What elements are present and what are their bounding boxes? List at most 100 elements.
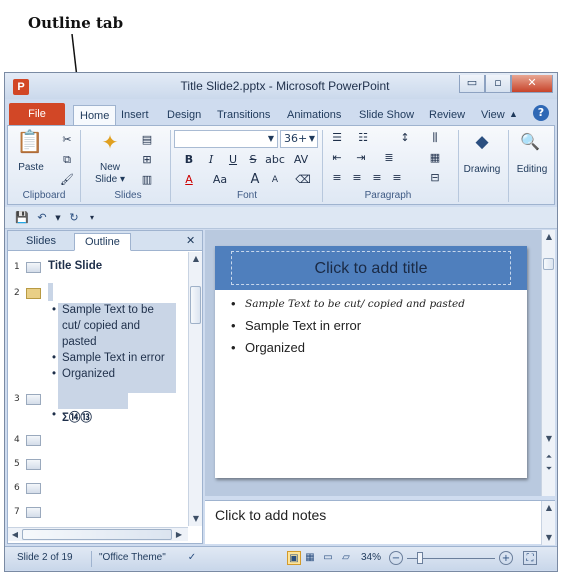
outline-bullet[interactable]: Sample Text to be xyxy=(62,304,154,316)
layout-icon[interactable]: ▤ xyxy=(138,132,156,148)
paste-button-label[interactable]: Paste xyxy=(14,162,48,173)
tab-view[interactable]: View xyxy=(481,105,505,125)
scroll-thumb[interactable] xyxy=(22,529,172,540)
slide-bullet[interactable]: Organized xyxy=(245,340,305,355)
align-right-icon[interactable]: ≡ xyxy=(368,170,386,186)
outline-vertical-scrollbar[interactable]: ▲ ▼ xyxy=(188,252,202,526)
format-painter-icon[interactable]: 🖌 xyxy=(58,172,76,188)
align-left-icon[interactable]: ≡ xyxy=(328,170,346,186)
save-icon[interactable]: 💾 xyxy=(13,210,31,226)
tab-file[interactable]: File xyxy=(9,103,65,125)
underline-button[interactable]: U xyxy=(224,152,242,168)
scroll-thumb[interactable] xyxy=(190,286,201,324)
slide-icon[interactable] xyxy=(26,288,41,299)
align-center-icon[interactable]: ≡ xyxy=(348,170,366,186)
tab-outline[interactable]: Outline xyxy=(74,233,131,251)
slide-vertical-scrollbar[interactable]: ▲ ▼ ⏶ ⏷ xyxy=(541,230,555,496)
close-button[interactable]: ✕ xyxy=(511,75,553,93)
outline-horizontal-scrollbar[interactable]: ◀ ▶ xyxy=(8,527,188,541)
align-text-icon[interactable]: ⊟ xyxy=(426,170,444,186)
columns-icon[interactable]: ⫼ xyxy=(426,130,444,146)
text-direction-icon[interactable]: ≣ xyxy=(380,150,398,166)
notes-placeholder[interactable]: Click to add notes xyxy=(215,507,326,523)
outline-bullet[interactable]: cut/ copied and xyxy=(62,320,140,332)
font-name-combo[interactable]: ▼ xyxy=(174,130,278,148)
tab-slides[interactable]: Slides xyxy=(26,233,56,251)
scroll-right-icon[interactable]: ▶ xyxy=(174,530,184,539)
theme-name[interactable]: "Office Theme" xyxy=(99,552,166,563)
scroll-thumb[interactable] xyxy=(543,258,554,270)
tab-slide-show[interactable]: Slide Show xyxy=(359,105,414,125)
tab-transitions[interactable]: Transitions xyxy=(217,105,270,125)
italic-button[interactable]: I xyxy=(202,152,220,168)
reading-view-icon[interactable]: ▭ xyxy=(321,551,335,565)
zoom-slider-thumb[interactable] xyxy=(417,552,423,564)
smartart-icon[interactable]: ▦ xyxy=(426,150,444,166)
fit-to-window-icon[interactable]: ⛶ xyxy=(523,551,537,565)
outline-slide-title[interactable]: Title Slide xyxy=(48,260,102,272)
change-case-button[interactable]: Aa xyxy=(208,172,232,188)
bold-button[interactable]: B xyxy=(180,152,198,168)
notes-pane[interactable]: Click to add notes ▲ ▼ xyxy=(205,500,555,545)
redo-icon[interactable]: ↻ xyxy=(65,210,83,226)
next-slide-icon[interactable]: ⏷ xyxy=(542,464,556,474)
tab-insert[interactable]: Insert xyxy=(121,105,149,125)
reset-icon[interactable]: ⊞ xyxy=(138,152,156,168)
increase-indent-icon[interactable]: ⇥ xyxy=(352,150,370,166)
tab-animations[interactable]: Animations xyxy=(287,105,341,125)
shrink-font-button[interactable]: A xyxy=(266,172,284,188)
editing-button-label[interactable]: Editing xyxy=(510,164,554,175)
new-slide-label-2[interactable]: Slide ▾ xyxy=(90,174,130,185)
decrease-indent-icon[interactable]: ⇤ xyxy=(328,150,346,166)
scroll-down-icon[interactable]: ▼ xyxy=(542,533,556,542)
outline-bullet[interactable]: Organized xyxy=(62,368,115,380)
strikethrough-button[interactable]: S xyxy=(244,152,262,168)
scroll-down-icon[interactable]: ▼ xyxy=(542,434,556,443)
close-pane-icon[interactable]: ✕ xyxy=(186,233,195,251)
title-placeholder[interactable]: Click to add title xyxy=(231,251,511,285)
minimize-button[interactable]: ▭ xyxy=(459,75,485,93)
normal-view-icon[interactable]: ▣ xyxy=(287,551,301,565)
bullets-icon[interactable]: ☰ xyxy=(328,130,346,146)
section-icon[interactable]: ▥ xyxy=(138,172,156,188)
font-color-button[interactable]: A xyxy=(180,172,198,188)
tab-review[interactable]: Review xyxy=(429,105,465,125)
slide-icon[interactable] xyxy=(26,483,41,494)
clear-formatting-icon[interactable]: ⌫ xyxy=(294,172,312,188)
shadow-button[interactable]: abc xyxy=(264,152,286,168)
zoom-in-button[interactable]: + xyxy=(499,551,513,565)
paste-icon[interactable]: 📋 xyxy=(16,130,44,158)
zoom-out-button[interactable]: − xyxy=(389,551,403,565)
drawing-button-label[interactable]: Drawing xyxy=(460,164,504,175)
slide-icon[interactable] xyxy=(26,507,41,518)
new-slide-label-1[interactable]: New xyxy=(90,162,130,173)
scroll-up-icon[interactable]: ▲ xyxy=(542,232,556,241)
slide-bullet[interactable]: Sample Text in error xyxy=(245,318,361,333)
notes-scrollbar[interactable]: ▲ ▼ xyxy=(541,501,555,545)
scroll-up-icon[interactable]: ▲ xyxy=(542,503,556,512)
font-size-combo[interactable]: 36+ ▼ xyxy=(280,130,318,148)
numbering-icon[interactable]: ☷ xyxy=(354,130,372,146)
line-spacing-icon[interactable]: ↕ xyxy=(396,130,414,146)
scroll-left-icon[interactable]: ◀ xyxy=(10,530,20,539)
slide-icon[interactable] xyxy=(26,394,41,405)
slide-show-icon[interactable]: ▱ xyxy=(339,551,353,565)
new-slide-icon[interactable]: ✦ xyxy=(98,130,122,156)
grow-font-button[interactable]: A xyxy=(246,172,264,188)
cut-icon[interactable]: ✂ xyxy=(58,132,76,148)
slide-icon[interactable] xyxy=(26,262,41,273)
justify-icon[interactable]: ≡ xyxy=(388,170,406,186)
find-icon[interactable]: 🔍 xyxy=(518,132,542,154)
powerpoint-app-icon[interactable]: P xyxy=(13,79,29,95)
scroll-up-icon[interactable]: ▲ xyxy=(189,254,203,263)
slide-canvas[interactable]: Click to add title • Sample Text to be c… xyxy=(215,246,527,478)
zoom-level[interactable]: 34% xyxy=(361,552,381,563)
tab-design[interactable]: Design xyxy=(167,105,201,125)
copy-icon[interactable]: ⧉ xyxy=(58,152,76,168)
slide-icon[interactable] xyxy=(26,435,41,446)
shapes-icon[interactable]: ◆ xyxy=(470,132,494,154)
customize-qat-icon[interactable]: ▾ xyxy=(83,210,101,226)
ribbon-minimize-icon[interactable]: ▲ xyxy=(509,104,518,124)
tab-home[interactable]: Home xyxy=(73,105,117,125)
slide-sorter-icon[interactable]: ▦ xyxy=(303,551,317,565)
